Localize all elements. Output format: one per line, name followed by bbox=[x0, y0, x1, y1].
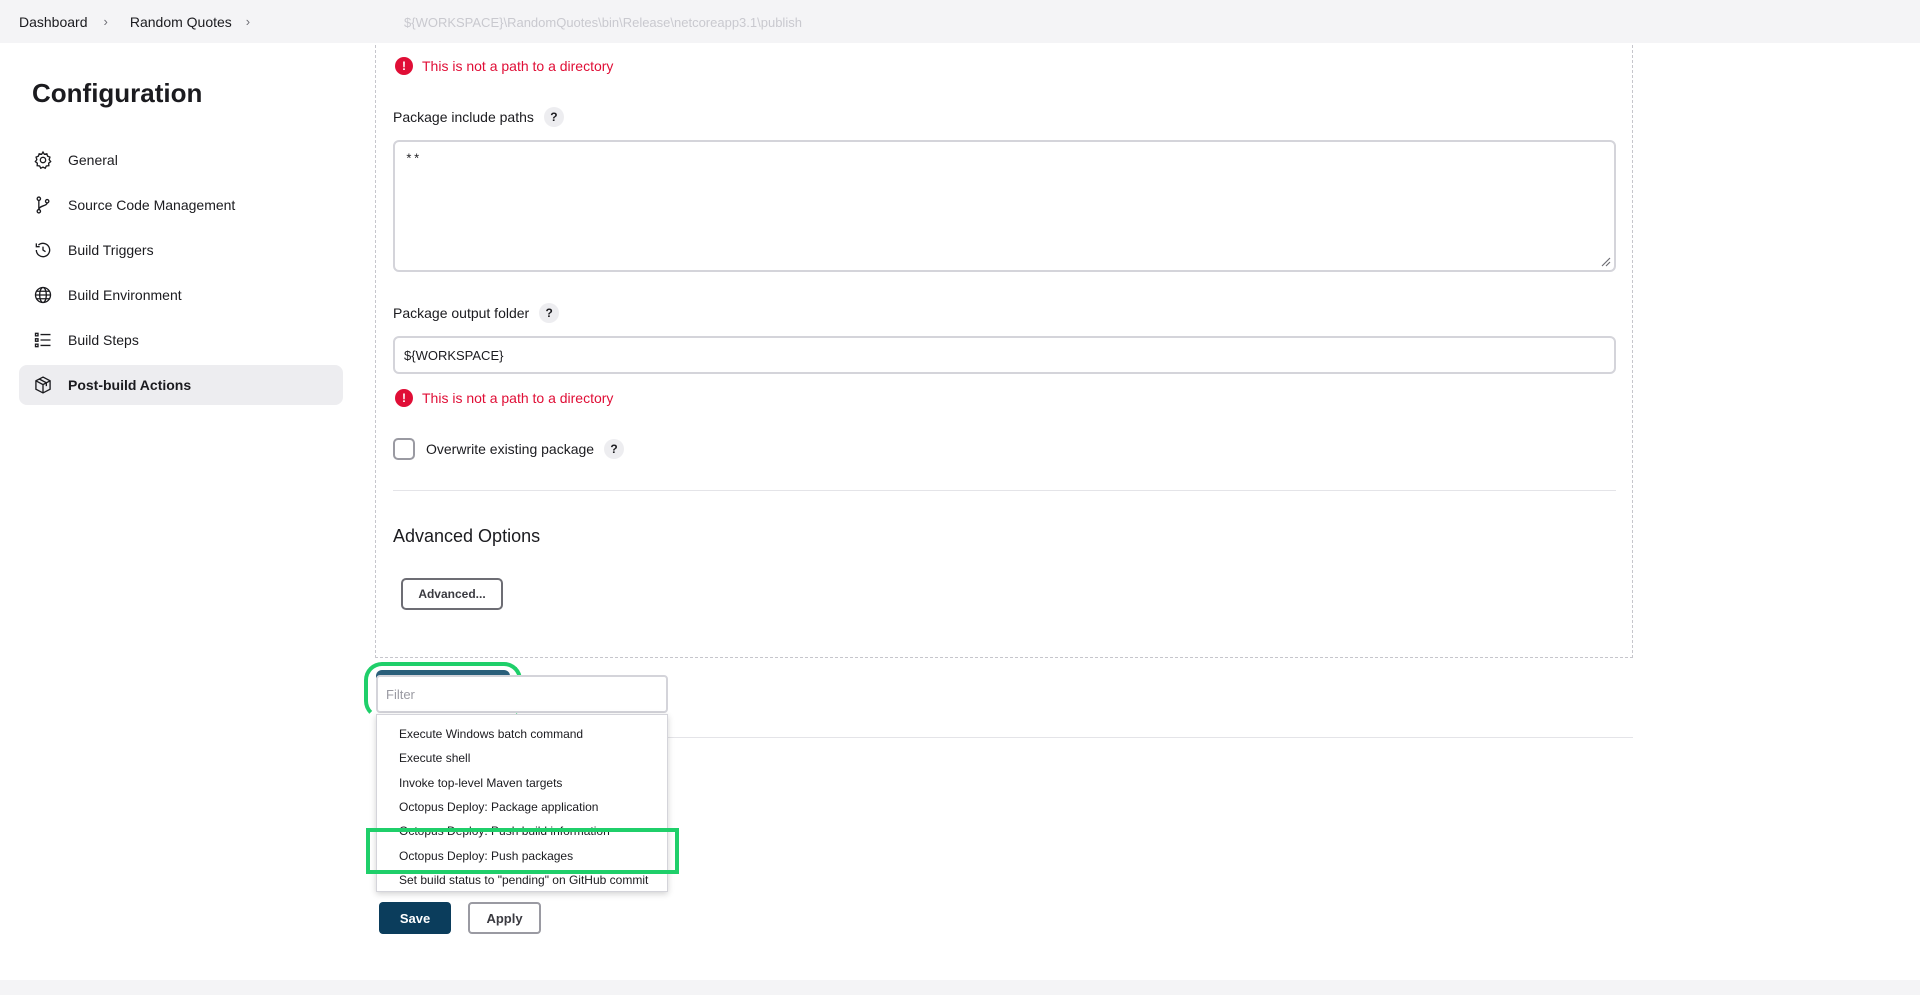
branch-icon bbox=[32, 194, 54, 216]
resize-grip-icon[interactable] bbox=[1599, 255, 1611, 267]
menu-item-execute-windows-batch[interactable]: Execute Windows batch command bbox=[377, 722, 667, 746]
help-icon[interactable]: ? bbox=[539, 303, 560, 323]
sidebar-item-build-steps[interactable]: Build Steps bbox=[19, 320, 343, 360]
package-icon bbox=[32, 374, 54, 396]
sidebar-item-general[interactable]: General bbox=[19, 140, 343, 180]
include-paths-textarea[interactable]: ** bbox=[393, 140, 1616, 272]
globe-icon bbox=[32, 284, 54, 306]
page-title: Configuration bbox=[32, 78, 203, 108]
breadcrumb: Dashboard › Random Quotes › bbox=[0, 0, 1920, 43]
include-paths-label: Package include paths ? bbox=[393, 107, 564, 127]
advanced-button[interactable]: Advanced... bbox=[401, 578, 503, 610]
overwrite-package-label[interactable]: Overwrite existing package bbox=[426, 441, 594, 457]
menu-item-octopus-package-application[interactable]: Octopus Deploy: Package application bbox=[377, 795, 667, 819]
output-folder-input[interactable]: ${WORKSPACE} bbox=[393, 336, 1616, 374]
overwrite-package-row: Overwrite existing package ? bbox=[393, 438, 625, 460]
chevron-right-icon: › bbox=[103, 14, 108, 29]
sidebar-item-label: Build Environment bbox=[68, 287, 182, 303]
help-icon[interactable]: ? bbox=[604, 439, 625, 459]
post-build-step-panel bbox=[375, 0, 1633, 658]
sidebar-item-label: Post-build Actions bbox=[68, 377, 192, 393]
overwrite-package-checkbox[interactable] bbox=[393, 438, 415, 460]
list-icon bbox=[32, 329, 54, 351]
sidebar-item-source-code-management[interactable]: Source Code Management bbox=[19, 185, 343, 225]
menu-item-execute-shell[interactable]: Execute shell bbox=[377, 746, 667, 770]
output-folder-label: Package output folder ? bbox=[393, 303, 560, 323]
scrolled-path-input-value: ${WORKSPACE}\RandomQuotes\bin\Release\ne… bbox=[404, 15, 802, 30]
save-button[interactable]: Save bbox=[379, 902, 451, 934]
sidebar-item-label: Source Code Management bbox=[68, 197, 236, 213]
error-icon: ! bbox=[395, 389, 413, 407]
sidebar-item-label: Build Triggers bbox=[68, 242, 154, 258]
gear-icon bbox=[32, 149, 54, 171]
advanced-options-heading: Advanced Options bbox=[393, 526, 541, 546]
sidebar: General Source Code Management Build Tri… bbox=[19, 140, 343, 410]
help-icon[interactable]: ? bbox=[543, 107, 564, 127]
divider bbox=[393, 490, 1616, 491]
divider bbox=[668, 737, 1633, 738]
apply-button[interactable]: Apply bbox=[468, 902, 541, 934]
breadcrumb-random-quotes[interactable]: Random Quotes bbox=[130, 14, 232, 30]
highlight-outline bbox=[366, 828, 679, 874]
filter-input[interactable]: Filter bbox=[376, 675, 668, 713]
menu-item-invoke-maven[interactable]: Invoke top-level Maven targets bbox=[377, 771, 667, 795]
path-error-message: ! This is not a path to a directory bbox=[395, 57, 613, 75]
chevron-right-icon[interactable]: › bbox=[246, 14, 250, 29]
sidebar-item-build-triggers[interactable]: Build Triggers bbox=[19, 230, 343, 270]
output-folder-error-message: ! This is not a path to a directory bbox=[395, 389, 613, 407]
sidebar-item-label: General bbox=[68, 152, 118, 168]
sidebar-item-post-build-actions[interactable]: Post-build Actions bbox=[19, 365, 343, 405]
error-icon: ! bbox=[395, 57, 413, 75]
sidebar-item-build-environment[interactable]: Build Environment bbox=[19, 275, 343, 315]
sidebar-item-label: Build Steps bbox=[68, 332, 139, 348]
clock-icon bbox=[32, 239, 54, 261]
page-footer bbox=[0, 980, 1920, 995]
breadcrumb-dashboard[interactable]: Dashboard bbox=[19, 14, 88, 30]
